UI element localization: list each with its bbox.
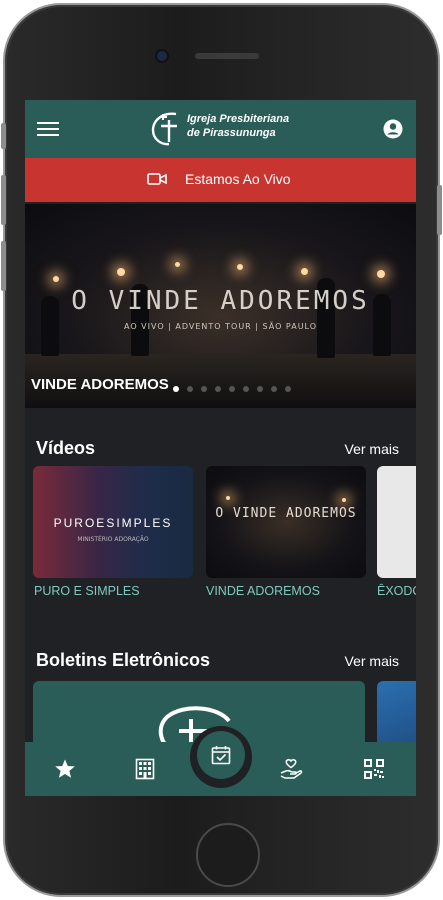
calendar-check-icon[interactable] <box>197 731 245 779</box>
video-card-exodo[interactable] <box>377 466 416 578</box>
app-bar: Igreja Presbiteriana de Pirassununga <box>25 100 416 158</box>
carousel-dot[interactable] <box>215 386 221 392</box>
volume-down-button <box>1 241 6 291</box>
bulletins-see-more-link[interactable]: Ver mais <box>345 653 399 669</box>
video-thumb-title: O VINDE ADOREMOS <box>215 506 357 521</box>
video-card-vinde-adoremos[interactable]: O VINDE ADOREMOS <box>206 466 366 578</box>
carousel-indicator <box>173 386 291 392</box>
power-button <box>437 185 442 235</box>
app-screen: Igreja Presbiteriana de Pirassununga Est… <box>25 100 416 796</box>
hamburger-menu-icon[interactable] <box>37 122 59 137</box>
hero-carousel[interactable]: O VINDE ADOREMOS AO VIVO | ADVENTO TOUR … <box>25 204 416 408</box>
carousel-dot[interactable] <box>243 386 249 392</box>
videos-section-title: Vídeos <box>36 438 96 458</box>
bulletins-section-title: Boletins Eletrônicos <box>36 650 211 670</box>
volume-up-button <box>1 175 6 225</box>
carousel-dot[interactable] <box>187 386 193 392</box>
star-icon[interactable] <box>50 754 80 784</box>
videos-see-more-link[interactable]: Ver mais <box>345 441 399 457</box>
carousel-dot[interactable] <box>173 386 179 392</box>
video-label[interactable]: ÊXODO <box>377 584 416 598</box>
building-icon[interactable] <box>130 754 160 784</box>
church-name: Igreja Presbiteriana de Pirassununga <box>187 112 289 140</box>
carousel-dot[interactable] <box>257 386 263 392</box>
video-label[interactable]: VINDE ADOREMOS <box>206 584 320 598</box>
live-now-bar[interactable]: Estamos Ao Vivo <box>25 158 416 202</box>
hero-title: O VINDE ADOREMOS <box>71 286 370 316</box>
video-card-puro-e-simples[interactable]: PUROESIMPLES MINISTÉRIO ADORAÇÃO <box>33 466 193 578</box>
carousel-dot[interactable] <box>201 386 207 392</box>
hero-subtitle: AO VIVO | ADVENTO TOUR | SÃO PAULO <box>123 322 318 331</box>
live-now-label: Estamos Ao Vivo <box>185 171 291 187</box>
home-button[interactable] <box>196 823 260 887</box>
video-thumb-subtitle: MINISTÉRIO ADORAÇÃO <box>77 536 149 543</box>
church-name-line1: Igreja Presbiteriana <box>187 113 290 125</box>
mute-switch <box>1 123 6 149</box>
earpiece-speaker <box>195 53 259 59</box>
account-icon[interactable] <box>383 119 403 139</box>
video-camera-icon <box>147 173 167 185</box>
carousel-dot[interactable] <box>229 386 235 392</box>
hand-heart-icon[interactable] <box>276 754 306 784</box>
video-thumb-title: PUROESIMPLES <box>53 516 173 530</box>
video-label[interactable]: PURO E SIMPLES <box>34 584 140 598</box>
carousel-dot[interactable] <box>285 386 291 392</box>
church-name-line2: de Pirassununga <box>187 127 276 139</box>
front-camera <box>157 51 167 61</box>
carousel-dot[interactable] <box>271 386 277 392</box>
qr-code-icon[interactable] <box>359 754 389 784</box>
hero-caption: VINDE ADOREMOS <box>31 376 169 393</box>
